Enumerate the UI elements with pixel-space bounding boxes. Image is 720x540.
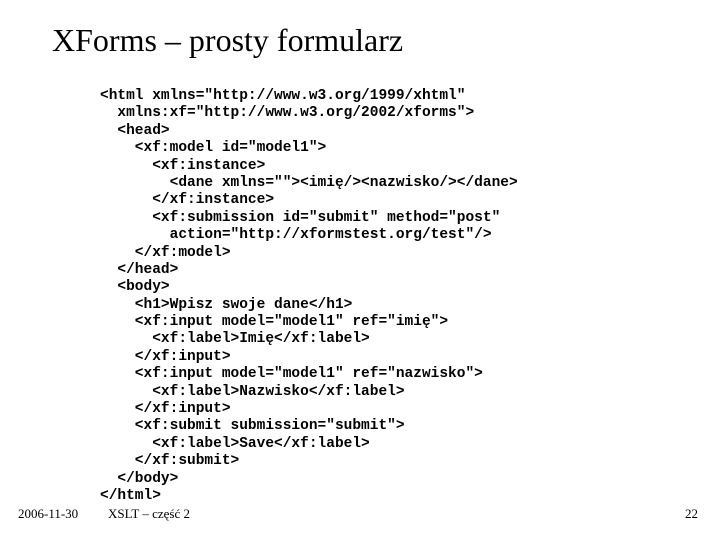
footer-page: 22: [685, 506, 698, 522]
code-block: <html xmlns="http://www.w3.org/1999/xhtm…: [100, 88, 518, 505]
footer-date: 2006-11-30: [18, 506, 78, 522]
slide: XForms – prosty formularz <html xmlns="h…: [0, 0, 720, 540]
slide-title: XForms – prosty formularz: [52, 22, 403, 59]
footer-center: XSLT – część 2: [108, 506, 190, 522]
